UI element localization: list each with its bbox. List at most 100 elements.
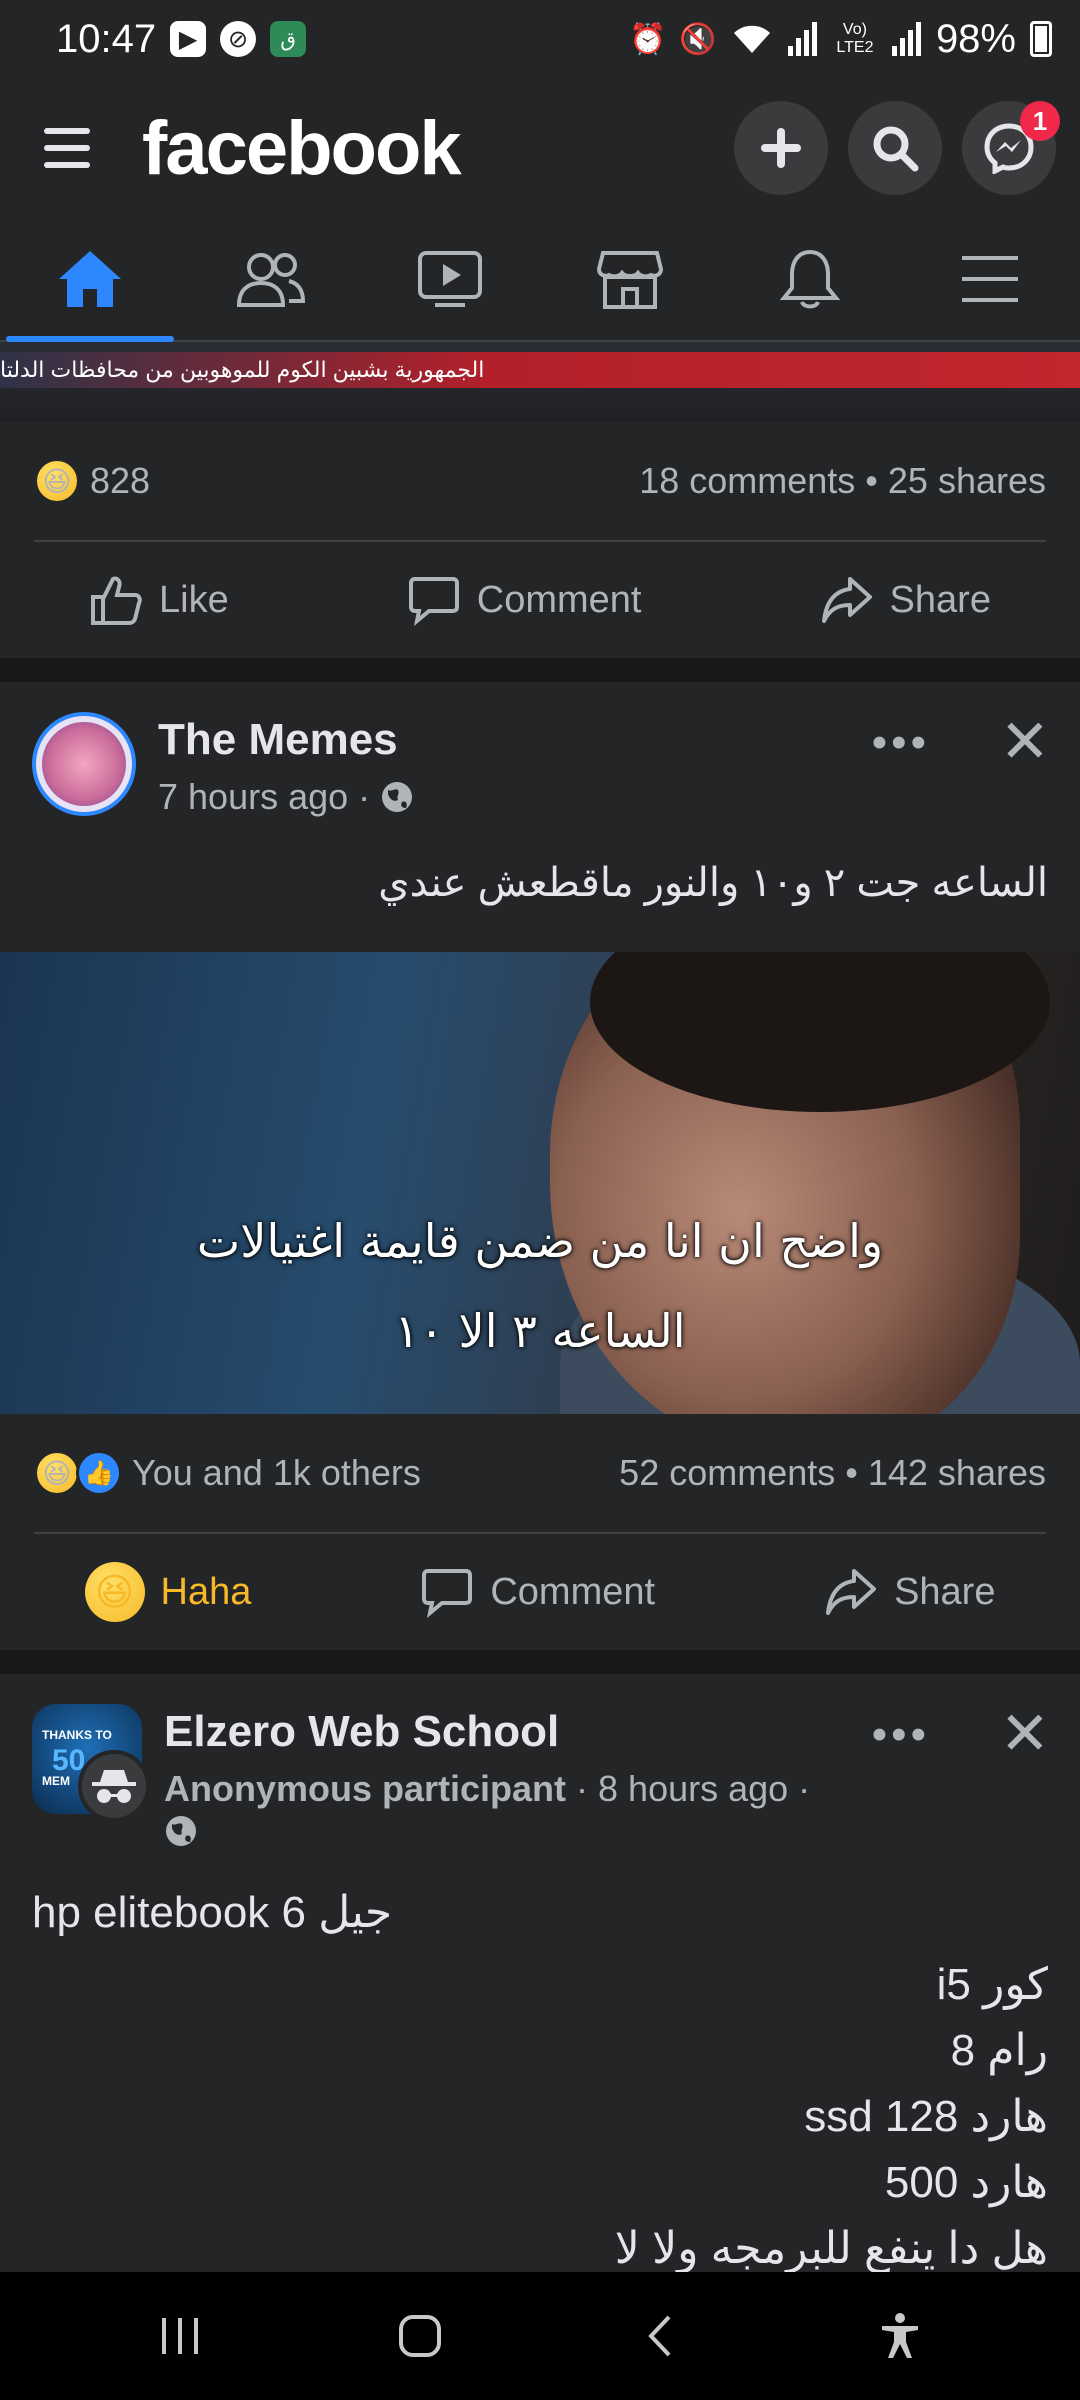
post-image[interactable]: واضح ان انا من ضمن قايمة اغتيالات الساعه… <box>0 952 1080 1414</box>
tab-friends[interactable] <box>180 218 360 340</box>
image-caption-1: واضح ان انا من ضمن قايمة اغتيالات <box>196 1214 884 1268</box>
feed-gap <box>0 658 1080 682</box>
status-right: ⏰ 🔇 Vo) LTE2 98% <box>629 16 1052 62</box>
reaction-summary[interactable]: 😆 👍 You and 1k others <box>34 1450 421 1496</box>
haha-button[interactable]: 😆 Haha <box>84 1562 252 1622</box>
youtube-icon: ▶ <box>170 21 207 57</box>
haha-emoji-icon: 😆 <box>34 1450 80 1496</box>
post-time[interactable]: · 8 hours ago · <box>576 1768 810 1810</box>
globe-icon <box>382 782 413 812</box>
more-options-icon[interactable]: ••• <box>872 718 930 768</box>
comments-shares[interactable]: 52 comments • 142 shares <box>619 1452 1046 1494</box>
post-card-1: الجمهورية بشبين الكوم للموهوبين من محافظ… <box>0 342 1080 658</box>
post-privacy <box>164 1814 1048 1848</box>
post-time[interactable]: 7 hours ago · <box>158 776 370 818</box>
share-button[interactable]: Share <box>824 1565 995 1619</box>
status-left: 10:47 ▶ ⊘ ق <box>56 16 307 62</box>
share-label: Share <box>894 1570 996 1613</box>
search-icon <box>873 126 919 172</box>
share-icon <box>821 577 872 623</box>
like-emoji-icon: 👍 <box>76 1450 122 1496</box>
home-icon <box>59 251 121 307</box>
post-body: كور i5 رام 8 هارد ssd 128 هارد 500 هل دا… <box>0 1946 1080 2272</box>
anonymous-icon <box>78 1750 150 1822</box>
back-button[interactable] <box>620 2296 700 2376</box>
back-icon <box>648 2315 671 2357</box>
news-feed: الجمهورية بشبين الكوم للموهوبين من محافظ… <box>0 342 1080 2272</box>
comment-button[interactable]: Comment <box>407 573 642 627</box>
avatar-text-2: MEM <box>42 1774 70 1788</box>
quran-app-icon: ق <box>270 21 307 57</box>
haha-reaction-icon: 😆 <box>84 1562 145 1622</box>
battery-percent: 98% <box>935 16 1016 61</box>
post-text-line-1: hp elitebook 6 جيل <box>32 1888 393 1937</box>
signal-icon-2 <box>891 22 921 56</box>
tab-watch[interactable] <box>360 218 540 340</box>
accessibility-button[interactable] <box>860 2296 940 2376</box>
reaction-summary[interactable]: 😆 828 <box>34 458 150 504</box>
create-button[interactable] <box>734 101 828 195</box>
comment-button[interactable]: Comment <box>420 1565 655 1619</box>
group-avatar[interactable]: THANKS TO 50 MEM <box>32 1704 150 1822</box>
video-icon <box>418 251 482 307</box>
alarm-icon: ⏰ <box>629 22 667 56</box>
comment-icon <box>408 577 459 627</box>
post-text: الساعه جت ٢ و١٠ والنور ماقطعش عندي <box>378 861 1048 905</box>
share-button[interactable]: Share <box>820 573 991 627</box>
post-participant: Anonymous participant <box>164 1768 567 1809</box>
globe-icon <box>166 1816 196 1846</box>
like-icon <box>91 576 142 625</box>
plus-icon <box>761 128 801 168</box>
post-header: THANKS TO 50 MEM Elzero Web School Anony… <box>0 1674 1080 1848</box>
share-icon <box>826 1569 877 1615</box>
nav-tabs <box>0 218 1080 342</box>
post-card-3: THANKS TO 50 MEM Elzero Web School Anony… <box>0 1674 1080 2272</box>
recent-apps-icon <box>162 2318 198 2354</box>
home-button[interactable] <box>380 2296 460 2376</box>
wifi-icon <box>733 25 770 53</box>
post-actions: 😆 Haha Comment Share <box>0 1534 1080 1650</box>
battery-icon <box>1030 21 1052 57</box>
status-time: 10:47 <box>56 16 157 61</box>
more-options-icon[interactable]: ••• <box>872 1710 930 1760</box>
post-actions: Like Comment Share <box>0 542 1080 658</box>
post-line: كور i5 <box>936 1960 1048 2009</box>
post-subline: 7 hours ago · <box>158 776 1048 818</box>
facebook-logo[interactable]: facebook <box>142 105 714 192</box>
tab-menu[interactable] <box>900 218 1080 340</box>
comment-icon <box>422 1569 473 1619</box>
hamburger-menu-icon[interactable] <box>44 128 90 168</box>
reactions-summary-text: You and 1k others <box>132 1452 421 1493</box>
like-label: Like <box>159 578 229 621</box>
recent-apps-button[interactable] <box>140 2296 220 2376</box>
reaction-count: 828 <box>90 460 151 501</box>
comment-label: Comment <box>476 578 642 621</box>
network-type: Vo) LTE2 <box>836 21 874 56</box>
tab-home[interactable] <box>0 218 180 342</box>
like-button[interactable]: Like <box>89 573 229 627</box>
accessibility-icon <box>882 2313 918 2358</box>
avatar-text: THANKS TO <box>42 1728 112 1742</box>
page-avatar[interactable] <box>32 712 136 816</box>
post-video-thumbnail[interactable]: الجمهورية بشبين الكوم للموهوبين من محافظ… <box>0 342 1080 422</box>
signal-icon <box>787 22 817 56</box>
haha-label: Haha <box>160 1570 252 1613</box>
close-icon[interactable]: ✕ <box>1000 712 1050 772</box>
home-circle-icon <box>399 2315 441 2357</box>
search-button[interactable] <box>848 101 942 195</box>
close-icon[interactable]: ✕ <box>1000 1704 1050 1764</box>
comment-label: Comment <box>490 1570 656 1613</box>
mute-icon: 🔇 <box>679 22 717 56</box>
bell-icon <box>780 249 840 309</box>
post-line: هارد 500 <box>884 2158 1048 2207</box>
tab-marketplace[interactable] <box>540 218 720 340</box>
news-ticker: الجمهورية بشبين الكوم للموهوبين من محافظ… <box>0 352 1080 388</box>
post-subline: Anonymous participant · 8 hours ago · <box>164 1768 1048 1810</box>
comments-shares[interactable]: 18 comments • 25 shares <box>639 460 1046 502</box>
blocked-icon: ⊘ <box>220 21 257 57</box>
tab-notifications[interactable] <box>720 218 900 340</box>
menu-icon <box>962 256 1018 302</box>
post-stats: 😆 828 18 comments • 25 shares <box>0 422 1080 540</box>
friends-icon <box>236 253 305 307</box>
messenger-button[interactable]: 1 <box>962 101 1060 195</box>
